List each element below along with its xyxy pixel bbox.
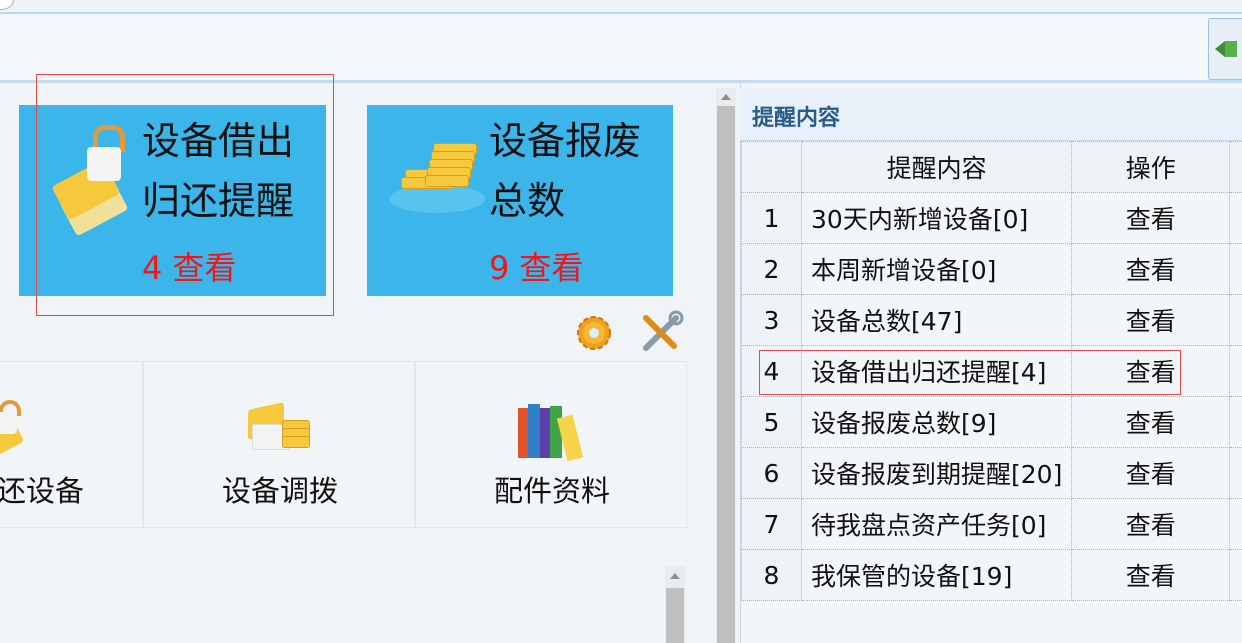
row-highlight [759, 350, 1181, 395]
row-spacer [1229, 243, 1242, 295]
module-label: 配件资料 [494, 474, 611, 508]
table-header-row: 提醒内容 操作 [740, 141, 1242, 193]
table-row[interactable]: 2 本周新增设备[0] 查看 [740, 243, 1242, 295]
books-icon [516, 402, 586, 464]
row-spacer [1229, 498, 1242, 550]
row-spacer [1229, 549, 1242, 601]
view-link[interactable]: 查看 [1071, 498, 1231, 550]
row-spacer [1229, 396, 1242, 448]
row-number: 2 [740, 243, 803, 295]
module-transfer[interactable]: 设备调拨 [143, 361, 415, 528]
toolbar [0, 14, 1242, 83]
selection-highlight [36, 74, 334, 316]
row-number: 7 [740, 498, 803, 550]
scrollbar-thumb[interactable] [717, 106, 735, 643]
view-link[interactable]: 查看 [1071, 396, 1231, 448]
coins-icon [387, 133, 487, 223]
tile-title: 设备报废 总数 [489, 119, 642, 223]
row-number: 1 [740, 192, 803, 244]
view-link[interactable]: 查看 [1071, 294, 1231, 346]
row-spacer [1229, 192, 1242, 244]
table-row[interactable]: 3 设备总数[47] 查看 [740, 294, 1242, 346]
top-bar [0, 0, 1242, 14]
module-return-device[interactable]: 还设备 [0, 361, 143, 528]
tile-scrap-total[interactable]: 设备报废 总数 9 查看 [367, 105, 673, 296]
table-row[interactable]: 5 设备报废总数[9] 查看 [740, 396, 1242, 448]
toolbar-button[interactable] [1208, 18, 1242, 80]
row-number: 5 [740, 396, 803, 448]
module-accessories[interactable]: 配件资料 [415, 361, 687, 528]
panel-title: 提醒内容 [752, 106, 841, 131]
row-content: 本周新增设备[0] [801, 243, 1073, 295]
view-link[interactable]: 查看 [1071, 549, 1231, 601]
row-spacer [1229, 294, 1242, 346]
gear-icon[interactable] [573, 312, 615, 354]
row-content: 设备报废到期提醒[20] [801, 447, 1073, 499]
scroll-up-arrow[interactable] [670, 573, 680, 579]
column-header-index [740, 141, 803, 193]
column-header-action[interactable]: 操作 [1071, 141, 1231, 193]
row-content: 30天内新增设备[0] [801, 192, 1073, 244]
scrollbar-thumb[interactable] [666, 588, 684, 643]
tile-count[interactable]: 9 查看 [489, 243, 593, 289]
row-spacer [1229, 345, 1242, 397]
table-row[interactable]: 1 30天内新增设备[0] 查看 [740, 192, 1242, 244]
row-content: 待我盘点资产任务[0] [801, 498, 1073, 550]
row-number: 8 [740, 549, 803, 601]
table-row[interactable]: 6 设备报废到期提醒[20] 查看 [740, 447, 1242, 499]
view-link[interactable]: 查看 [1071, 243, 1231, 295]
exit-icon [1215, 41, 1237, 57]
scroll-up-arrow[interactable] [721, 94, 731, 100]
module-label: 设备调拨 [222, 474, 339, 508]
table-row[interactable]: 8 我保管的设备[19] 查看 [740, 549, 1242, 601]
module-label: 还设备 [0, 474, 85, 508]
row-content: 设备总数[47] [801, 294, 1073, 346]
tools-icon[interactable] [638, 310, 684, 356]
row-spacer [1229, 447, 1242, 499]
lock-cards-icon [0, 398, 39, 460]
row-number: 3 [740, 294, 803, 346]
row-content: 我保管的设备[19] [801, 549, 1073, 601]
count-value: 9 [489, 249, 510, 287]
view-link[interactable]: 查看 [519, 249, 583, 287]
transfer-icon [244, 402, 314, 456]
column-header-extra [1229, 141, 1242, 193]
row-content: 设备报废总数[9] [801, 396, 1073, 448]
row-number: 6 [740, 447, 803, 499]
table-row[interactable]: 7 待我盘点资产任务[0] 查看 [740, 498, 1242, 550]
column-header-content[interactable]: 提醒内容 [801, 141, 1073, 193]
view-link[interactable]: 查看 [1071, 447, 1231, 499]
view-link[interactable]: 查看 [1071, 192, 1231, 244]
